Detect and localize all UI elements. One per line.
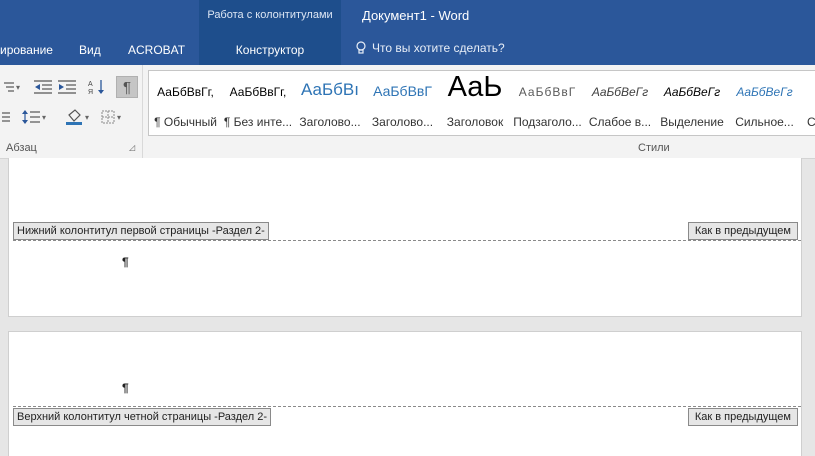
paragraph-mark[interactable]: ¶ <box>122 255 129 269</box>
header-boundary <box>13 406 801 407</box>
title-bar: Работа с колонтитулами Документ1 - Word … <box>0 0 815 65</box>
multilevel-list-button[interactable]: ▾ <box>0 77 20 97</box>
line-spacing-icon <box>21 110 40 124</box>
style-heading-1[interactable]: АаБбВı Заголово... <box>294 71 366 135</box>
svg-text:A: A <box>88 81 93 88</box>
same-as-previous-badge: Как в предыдущем <box>687 408 798 426</box>
ribbon: ▾ A Я ¶ ▾ ▾ ▾ Абзац ◿ АаБбВвГг, ¶ Обычны… <box>0 65 815 159</box>
multilevel-list-icon <box>3 82 14 92</box>
style-emphasis[interactable]: АаБбВеГг Выделение <box>656 71 728 135</box>
style-name: С <box>807 115 815 129</box>
tab-view[interactable]: Вид <box>79 43 101 57</box>
borders-button[interactable]: ▾ <box>96 107 126 127</box>
justify-button[interactable] <box>0 107 12 127</box>
sort-button[interactable]: A Я <box>86 77 108 97</box>
increase-indent-button[interactable] <box>56 77 78 97</box>
shading-button[interactable]: ▾ <box>62 107 92 127</box>
style-name: ¶ Без инте... <box>223 115 293 129</box>
contextual-group-label: Работа с колонтитулами <box>207 9 333 21</box>
style-name: ¶ Обычный <box>154 115 217 129</box>
paragraph-group-label: Абзац <box>6 142 37 154</box>
style-no-spacing[interactable]: АаБбВвГг, ¶ Без инте... <box>222 71 294 135</box>
style-sample: АаБбВвГ <box>518 85 577 99</box>
style-subtitle[interactable]: АаБбВвГ Подзаголо... <box>511 71 584 135</box>
decrease-indent-button[interactable] <box>32 77 54 97</box>
sort-icon: A Я <box>88 80 104 95</box>
pilcrow-icon: ¶ <box>122 78 132 96</box>
paragraph-group: ▾ A Я ¶ ▾ ▾ ▾ Абзац ◿ <box>0 65 143 158</box>
tab-acrobat[interactable]: ACROBAT <box>128 43 185 57</box>
style-normal[interactable]: АаБбВвГг, ¶ Обычный <box>149 71 222 135</box>
decrease-indent-icon <box>34 80 52 94</box>
style-name: Заголово... <box>299 115 361 129</box>
tab-review[interactable]: ирование <box>0 43 53 57</box>
style-sample: АаЬ <box>447 71 503 103</box>
page-1: Нижний колонтитул первой страницы -Разде… <box>8 158 802 317</box>
style-sample: АаБбВвГг, <box>157 85 214 99</box>
chevron-down-icon: ▾ <box>15 82 20 92</box>
chevron-down-icon: ▾ <box>41 112 46 122</box>
styles-gallery: АаБбВвГг, ¶ Обычный АаБбВвГг, ¶ Без инте… <box>148 70 815 136</box>
tab-design[interactable]: Конструктор <box>199 43 341 57</box>
style-intense-emphasis[interactable]: АаБбВеГг Сильное... <box>728 71 801 135</box>
lightbulb-icon <box>356 41 366 54</box>
page-2: ¶ Верхний колонтитул четной страницы -Ра… <box>8 331 802 456</box>
tell-me-box[interactable]: Что вы хотите сделать? <box>355 41 505 55</box>
dialog-launcher-icon[interactable]: ◿ <box>129 144 137 152</box>
style-name: Сильное... <box>735 115 794 129</box>
document-title: Документ1 - Word <box>362 8 470 23</box>
paragraph-mark[interactable]: ¶ <box>122 381 129 395</box>
style-subtle-emphasis[interactable]: АаБбВеГг Слабое в... <box>584 71 656 135</box>
footer-boundary <box>13 240 801 241</box>
paint-bucket-icon <box>65 109 82 125</box>
style-name: Заголово... <box>371 115 434 129</box>
styles-group-label: Стили <box>638 142 670 154</box>
style-name: Подзаголо... <box>513 115 582 129</box>
style-heading-2[interactable]: АаБбВвГ Заголово... <box>366 71 439 135</box>
chevron-down-icon: ▾ <box>84 112 89 122</box>
same-as-previous-badge: Как в предыдущем <box>687 222 798 240</box>
style-name: Заголовок <box>446 115 504 129</box>
style-sample: АаБбВвГ <box>373 83 432 99</box>
style-title[interactable]: АаЬ Заголовок <box>439 71 511 135</box>
tell-me-text: Что вы хотите сделать? <box>372 41 505 55</box>
line-spacing-button[interactable]: ▾ <box>20 107 48 127</box>
footer-tag: Нижний колонтитул первой страницы -Разде… <box>13 222 269 240</box>
style-sample: АаБбВвГг, <box>229 85 287 99</box>
style-name: Слабое в... <box>588 115 652 129</box>
style-sample: АаБбВı <box>301 80 359 99</box>
borders-icon <box>101 110 115 124</box>
increase-indent-icon <box>58 80 76 94</box>
style-sample: АаБбВеГг <box>591 85 649 99</box>
style-strong[interactable]: С <box>801 71 815 135</box>
justify-icon <box>2 112 10 122</box>
style-sample: АаБбВеГг <box>736 85 793 99</box>
style-sample: АаБбВеГг <box>663 85 721 99</box>
show-formatting-marks-button[interactable]: ¶ <box>116 76 138 98</box>
chevron-down-icon: ▾ <box>116 112 121 122</box>
header-tag: Верхний колонтитул четной страницы -Разд… <box>13 408 272 426</box>
svg-text:Я: Я <box>88 89 93 95</box>
style-name: Выделение <box>660 115 724 129</box>
